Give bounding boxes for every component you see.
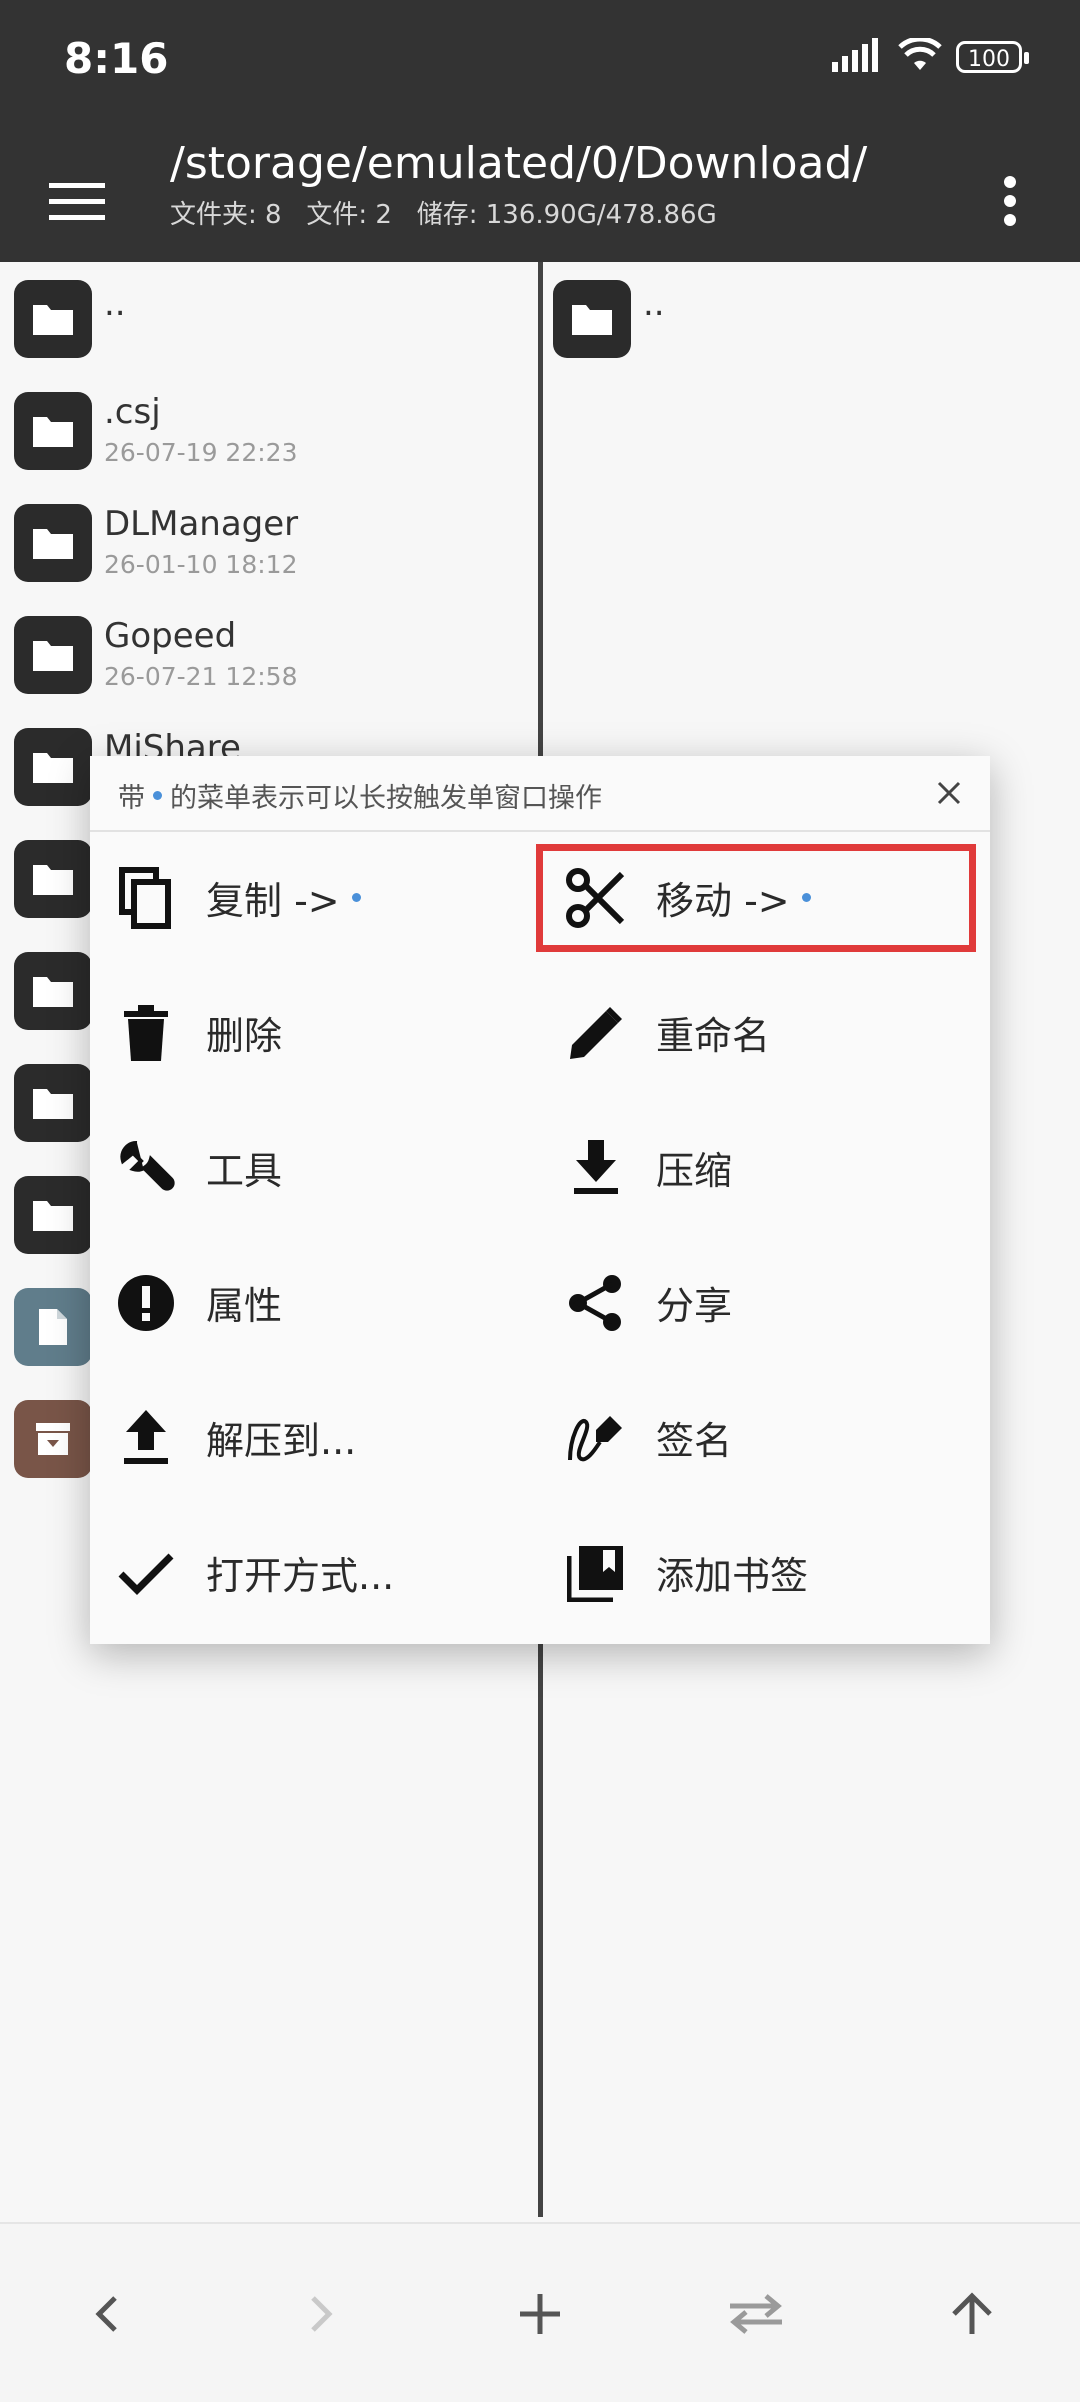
list-item[interactable] — [553, 280, 631, 358]
status-time: 8:16 — [64, 34, 169, 83]
menu-item-label: 重命名 — [656, 1014, 771, 1058]
file-name: .. — [643, 284, 665, 324]
bookmark-icon — [564, 1541, 628, 1605]
folder-icon — [553, 280, 631, 358]
overflow-menu-button[interactable] — [980, 156, 1040, 246]
list-item[interactable] — [14, 616, 92, 694]
list-item[interactable] — [14, 728, 92, 806]
menu-item-sign[interactable]: 签名 — [540, 1370, 990, 1505]
info-icon — [114, 1271, 178, 1335]
menu-item-add-bookmark[interactable]: 添加书签 — [540, 1505, 990, 1640]
file-name: .csj — [104, 392, 161, 432]
trash-icon — [114, 1001, 178, 1065]
list-item[interactable] — [14, 1064, 92, 1142]
file-name: DLManager — [104, 504, 299, 544]
menu-item-share[interactable]: 分享 — [540, 1235, 990, 1370]
share-icon — [564, 1271, 628, 1335]
signal-icon — [832, 38, 884, 76]
menu-item-label: 工具 — [206, 1149, 283, 1193]
chevron-left-icon — [95, 2296, 117, 2332]
plus-icon — [520, 2294, 560, 2334]
up-directory-button[interactable] — [922, 2264, 1022, 2364]
list-item[interactable] — [14, 1176, 92, 1254]
download-icon — [564, 1136, 628, 1200]
list-item[interactable] — [14, 952, 92, 1030]
app-toolbar: /storage/emulated/0/Download/ 文件夹: 8 文件:… — [0, 120, 1080, 262]
file-date: 26-01-10 18:12 — [104, 550, 298, 579]
status-icons: 100 — [832, 36, 1029, 76]
back-button[interactable] — [56, 2264, 156, 2364]
hint-text-after: 的菜单表示可以长按触发单窗口操作 — [170, 783, 602, 814]
current-path: /storage/emulated/0/Download/ — [170, 138, 868, 189]
pencil-icon — [564, 1001, 628, 1065]
list-item[interactable] — [14, 1400, 92, 1478]
menu-item-label: 添加书签 — [656, 1554, 809, 1598]
folder-icon — [14, 616, 92, 694]
blue-dot-icon — [153, 791, 162, 800]
menu-item-label: 分享 — [656, 1284, 733, 1328]
document-file-icon — [14, 1288, 92, 1366]
menu-item-label: 打开方式... — [206, 1554, 395, 1598]
list-item[interactable] — [14, 1288, 92, 1366]
chevron-right-icon — [311, 2296, 333, 2332]
file-name: Gopeed — [104, 616, 237, 656]
menu-item-label: 复制 -> — [206, 879, 340, 923]
dialog-hint: 带 的菜单表示可以长按触发单窗口操作 — [118, 776, 602, 815]
status-bar: 8:16 100 — [0, 0, 1080, 120]
file-operations-dialog: 带 的菜单表示可以长按触发单窗口操作 复制 -> 移动 -> 删除 重命名 工具… — [90, 756, 990, 1644]
file-name: .. — [104, 284, 126, 324]
folder-icon — [14, 728, 92, 806]
folder-icon — [14, 1176, 92, 1254]
menu-item-properties[interactable]: 属性 — [90, 1235, 540, 1370]
menu-item-open-with[interactable]: 打开方式... — [90, 1505, 540, 1640]
menu-item-label: 压缩 — [656, 1149, 733, 1193]
menu-item-label: 签名 — [656, 1419, 733, 1463]
hamburger-menu-button[interactable] — [34, 158, 120, 244]
wifi-icon — [898, 36, 942, 76]
list-item[interactable] — [14, 504, 92, 582]
menu-item-rename[interactable]: 重命名 — [540, 965, 990, 1100]
more-vert-icon — [1004, 176, 1016, 226]
menu-item-label: 解压到... — [206, 1419, 357, 1463]
menu-item-extract[interactable]: 解压到... — [90, 1370, 540, 1505]
menu-item-label: 删除 — [206, 1014, 283, 1058]
list-item[interactable] — [14, 392, 92, 470]
file-date: 26-07-19 22:23 — [104, 438, 298, 467]
dialog-header: 带 的菜单表示可以长按触发单窗口操作 — [90, 756, 990, 832]
blue-dot-icon — [351, 893, 361, 902]
menu-item-copy[interactable]: 复制 -> — [90, 830, 540, 965]
wrench-icon — [114, 1136, 178, 1200]
folder-icon — [14, 952, 92, 1030]
file-date: 26-07-21 12:58 — [104, 662, 298, 691]
highlight-box — [536, 844, 976, 952]
folder-icon — [14, 1064, 92, 1142]
folder-icon — [14, 840, 92, 918]
swap-icon — [730, 2294, 782, 2334]
menu-item-label: 属性 — [206, 1284, 283, 1328]
battery-indicator: 100 — [956, 41, 1029, 73]
hamburger-icon — [49, 183, 105, 220]
storage-info: 文件夹: 8 文件: 2 储存: 136.90G/478.86G — [170, 200, 717, 230]
archive-file-icon — [14, 1400, 92, 1478]
close-button[interactable] — [924, 768, 974, 818]
close-icon — [937, 781, 961, 805]
swap-panes-button[interactable] — [706, 2264, 806, 2364]
menu-item-compress[interactable]: 压缩 — [540, 1100, 990, 1235]
arrow-up-icon — [952, 2292, 992, 2334]
folder-icon — [14, 392, 92, 470]
menu-item-tools[interactable]: 工具 — [90, 1100, 540, 1235]
signature-icon — [564, 1406, 628, 1470]
copy-icon — [114, 866, 178, 930]
check-icon — [114, 1541, 178, 1605]
upload-icon — [114, 1406, 178, 1470]
forward-button[interactable] — [272, 2264, 372, 2364]
folder-icon — [14, 504, 92, 582]
list-item[interactable] — [14, 280, 92, 358]
bottom-toolbar — [0, 2222, 1080, 2402]
hint-text-before: 带 — [118, 783, 145, 814]
folder-icon — [14, 280, 92, 358]
add-button[interactable] — [490, 2264, 590, 2364]
list-item[interactable] — [14, 840, 92, 918]
menu-item-delete[interactable]: 删除 — [90, 965, 540, 1100]
